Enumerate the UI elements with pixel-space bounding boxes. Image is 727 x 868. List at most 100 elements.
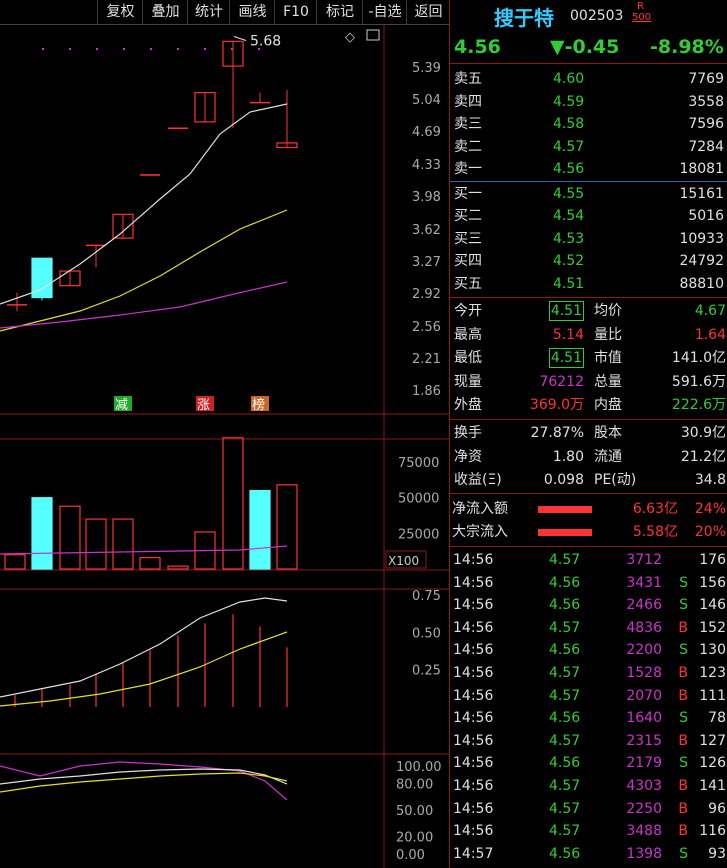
stat-value: 369.0万 [529,397,584,413]
price-tick-label: 2.21 [412,352,441,367]
indicator2-tick-label: 20.00 [396,830,433,845]
indicator2-tick-label: 100.00 [396,760,442,775]
order-row[interactable]: 买三 4.53 10933 [450,228,727,250]
order-volume: 10933 [679,230,724,247]
tick-time: 14:56 [453,665,494,681]
tick-count: 127 [699,732,726,749]
stat-value: 0.098 [543,472,584,488]
price-tick-label: 2.56 [412,320,441,335]
tick-count: 126 [699,755,726,772]
order-row[interactable]: 买五 4.51 88810 [450,273,727,295]
high-price-label: 5.68 [250,33,281,49]
toolbar-button-4[interactable]: F10 [274,0,317,24]
order-row[interactable]: 卖二 4.57 7284 [450,136,727,158]
order-label: 卖一 [454,161,482,177]
tick-row[interactable]: 14:56 4.56 2200 S 130 [450,639,727,661]
kline-chart-svg[interactable]: ◇ 5.39 5.04 4.69 4.33 3.98 3.62 3.27 2.92 2.56 2.2… [0,24,449,868]
tick-count: 141 [699,778,726,794]
tick-volume: 1528 [626,665,662,681]
tick-side: S [679,710,688,727]
tick-side: S [679,755,688,772]
tick-price: 4.57 [549,732,581,749]
stat-row: 最高 5.14 量比 1.64 [450,324,727,346]
price-tick-label: 5.04 [412,93,441,108]
order-label: 买一 [454,185,482,202]
tick-count: 111 [699,687,726,704]
order-row[interactable]: 买一 4.55 15161 [450,183,727,205]
tick-side: B [678,619,688,636]
toolbar-button-6[interactable]: -自选 [362,0,407,24]
tick-row[interactable]: 14:56 4.57 2250 B 96 [450,798,727,820]
toolbar-button-0[interactable]: 复权 [97,0,143,24]
tick-row[interactable]: 14:56 4.57 2315 B 127 [450,730,727,752]
tick-row[interactable]: 14:56 4.56 3431 S 156 [450,572,727,594]
order-label: 卖二 [454,138,482,155]
tick-row[interactable]: 14:56 4.57 4836 B 152 [450,617,727,639]
toolbar-button-5[interactable]: 标记 [316,0,363,24]
tick-row[interactable]: 14:56 4.57 3712 176 [450,549,727,571]
stat-value-2: 30.9亿 [680,425,726,441]
high-pointer [233,35,247,41]
volume-bar [139,556,161,570]
tick-time: 14:56 [453,800,494,817]
order-price: 4.52 [553,253,585,269]
price-change: ▼-0.45 [550,36,620,58]
tick-row[interactable]: 14:56 4.57 4303 B 141 [450,775,727,797]
indicator2-j-line [0,761,288,801]
tick-price: 4.56 [549,710,581,727]
stat-label-2: 总量 [594,373,622,390]
stock-code: 002503 [570,8,624,24]
order-row[interactable]: 买四 4.52 24792 [450,250,727,272]
tick-count: 146 [699,597,726,614]
flow-value: 6.63亿 [632,501,678,517]
order-label: 买二 [454,208,482,224]
order-row[interactable]: 买二 4.54 5016 [450,205,727,227]
tick-row[interactable]: 14:56 4.56 2179 S 126 [450,752,727,774]
flow-bar [538,529,592,536]
toolbar-button-3[interactable]: 画线 [229,0,275,24]
tick-volume: 2070 [626,687,662,704]
badge-text: 榜 [252,397,265,413]
tick-time: 14:57 [453,845,494,862]
tick-row[interactable]: 14:56 4.57 1528 B 123 [450,662,727,684]
badge-text: 减 [115,398,128,413]
tick-price: 4.56 [549,597,581,614]
dot-mark [69,48,71,50]
order-volume: 5016 [688,208,724,224]
tick-row[interactable]: 14:57 4.56 1398 S 93 [450,843,727,865]
flow-label: 净流入额 [452,501,508,517]
order-price: 4.57 [553,138,585,155]
stat-value-2: 1.64 [694,326,726,343]
order-row[interactable]: 卖一 4.56 18081 [450,158,727,180]
diamond-icon: ◇ [345,30,355,45]
toolbar-button-7[interactable]: 返回 [406,0,450,24]
stat-value-2: 21.2亿 [680,448,726,465]
tick-row[interactable]: 14:56 4.57 3488 B 116 [450,820,727,842]
tick-time: 14:56 [453,574,494,591]
tick-row[interactable]: 14:56 4.56 1640 S 78 [450,707,727,729]
price-tick-label: 4.69 [412,125,441,140]
tick-volume: 2200 [626,642,662,659]
order-label: 卖四 [454,93,482,110]
volume-bar [31,497,53,570]
stat-label: 收益(Ξ) [454,472,502,488]
order-row[interactable]: 卖三 4.58 7596 [450,113,727,135]
stat-label: 换手 [454,425,482,441]
stat-label-2: 股本 [594,425,622,441]
tick-time: 14:56 [453,710,494,727]
toolbar-button-2[interactable]: 统计 [187,0,230,24]
flow-row: 净流入额 6.63亿 24% [450,498,727,520]
kline-chart-area[interactable]: ◇ 5.39 5.04 4.69 4.33 3.98 3.62 3.27 2.92 2.56 2.2… [0,24,449,868]
order-label: 买五 [454,275,482,292]
tick-volume: 1640 [626,710,662,727]
stat-row: 现量 76212 总量 591.6万 [450,371,727,393]
tick-row[interactable]: 14:56 4.56 2466 S 146 [450,594,727,616]
order-row[interactable]: 卖五 4.60 7769 [450,68,727,90]
quote-panel: 搜于特 002503 R 500 4.56 ▼-0.45 -8.98% 卖五 4.… [449,0,727,868]
toolbar-button-1[interactable]: 叠加 [142,0,188,24]
tick-row[interactable]: 14:56 4.57 2070 B 111 [450,685,727,707]
dot-mark [42,48,44,50]
tick-count: 156 [699,574,726,591]
order-row[interactable]: 卖四 4.59 3558 [450,91,727,113]
flow-bar [538,506,592,513]
